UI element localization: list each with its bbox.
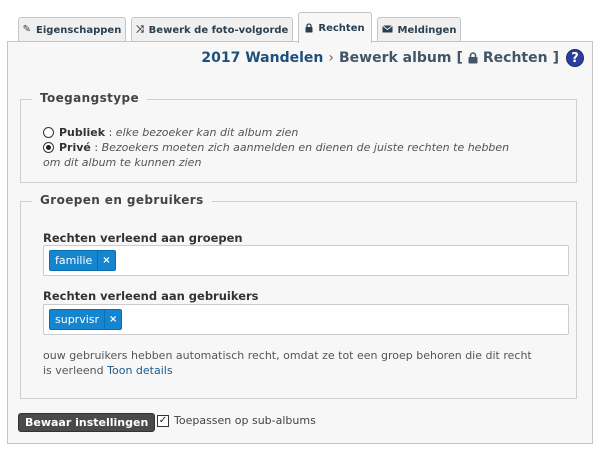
private-description: Bezoekers moeten zich aanmelden en diene… xyxy=(101,141,510,154)
envelope-icon xyxy=(381,25,393,35)
inherited-rights-note: ouw gebruikers hebben automatisch recht,… xyxy=(43,348,573,378)
user-tag: suprvisr × xyxy=(49,309,123,330)
tab-label: Meldingen xyxy=(397,24,457,36)
public-radio[interactable] xyxy=(43,127,54,138)
note-line-2: is verleend xyxy=(43,364,104,377)
shuffle-icon: ⤨ xyxy=(135,24,144,35)
private-radio[interactable] xyxy=(43,142,54,153)
bracket-close: ] xyxy=(552,50,559,66)
access-type-legend: Toegangstype xyxy=(32,91,148,105)
group-tag-label: familie xyxy=(55,254,93,267)
private-description-continued: om dit album te kunnen zien xyxy=(43,156,201,169)
tab-label: Bewerk de foto-volgorde xyxy=(148,24,289,36)
public-description: elke bezoeker kan dit album zien xyxy=(115,126,299,139)
tab-eigenschappen[interactable]: ✎ Eigenschappen xyxy=(18,17,126,42)
tab-label: Eigenschappen xyxy=(36,24,122,36)
groups-users-legend: Groepen en gebruikers xyxy=(32,193,212,207)
private-colon: : xyxy=(90,141,102,154)
users-label: Rechten verleend aan gebruikers xyxy=(43,289,259,303)
remove-tag-icon[interactable]: × xyxy=(104,310,121,329)
tab-bar: ✎ Eigenschappen ⤨ Bewerk de foto-volgord… xyxy=(0,0,600,43)
section-title: Rechten xyxy=(482,50,548,66)
help-icon[interactable]: ? xyxy=(566,49,584,67)
apply-sub-albums-option[interactable]: ✓ Toepassen op sub-albums xyxy=(157,414,316,427)
group-tag: familie × xyxy=(49,250,116,271)
tab-label: Rechten xyxy=(318,22,365,34)
note-line-1: ouw gebruikers hebben automatisch recht,… xyxy=(43,349,532,362)
pencil-icon: ✎ xyxy=(22,24,32,35)
bracket-open: [ xyxy=(456,50,463,66)
apply-sub-albums-checkbox[interactable]: ✓ xyxy=(157,414,169,427)
public-colon: : xyxy=(105,126,116,139)
access-option-public[interactable]: Publiek : elke bezoeker kan dit album zi… xyxy=(43,126,298,139)
page-action: Bewerk album xyxy=(338,50,452,66)
groups-label: Rechten verleend aan groepen xyxy=(43,231,243,245)
save-button[interactable]: Bewaar instellingen xyxy=(18,413,156,432)
lock-icon xyxy=(305,22,313,34)
remove-tag-icon[interactable]: × xyxy=(97,251,114,270)
tab-foto-volgorde[interactable]: ⤨ Bewerk de foto-volgorde xyxy=(131,17,293,42)
lock-icon xyxy=(468,50,478,66)
settings-panel: 2017 Wandelen › Bewerk album [ Rechten ]… xyxy=(7,41,593,444)
tab-meldingen[interactable]: Meldingen xyxy=(377,17,461,42)
private-description-2: om dit album te kunnen zien xyxy=(43,156,202,169)
tab-rechten[interactable]: Rechten xyxy=(298,12,372,43)
user-tag-label: suprvisr xyxy=(55,313,100,326)
public-label: Publiek xyxy=(59,126,106,139)
show-details-link[interactable]: Toon details xyxy=(107,364,172,377)
album-title[interactable]: 2017 Wandelen xyxy=(201,50,323,66)
breadcrumb-separator: › xyxy=(328,50,334,66)
access-option-private[interactable]: Privé : Bezoekers moeten zich aanmelden … xyxy=(43,141,509,155)
private-label: Privé xyxy=(59,141,91,154)
page-title: 2017 Wandelen › Bewerk album [ Rechten ]… xyxy=(201,46,584,70)
users-tag-input[interactable]: suprvisr × xyxy=(43,304,569,335)
apply-sub-albums-label: Toepassen op sub-albums xyxy=(174,414,316,427)
groups-tag-input[interactable]: familie × xyxy=(43,245,569,276)
